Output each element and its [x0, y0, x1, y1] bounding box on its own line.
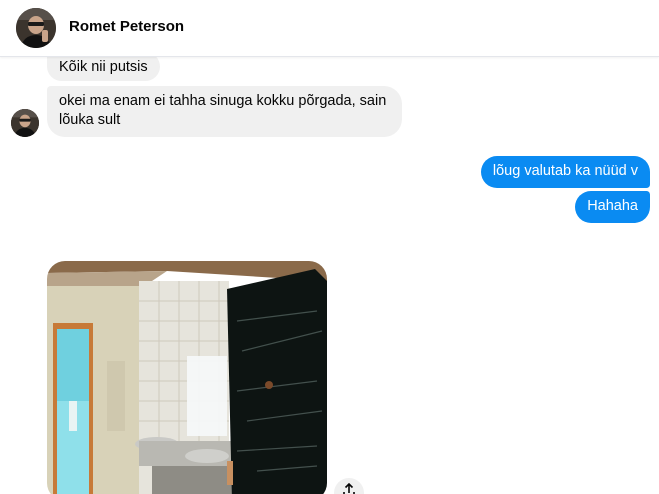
contact-avatar[interactable] [16, 8, 56, 48]
message-bubble-outgoing[interactable]: Hahaha [575, 191, 650, 223]
message-bubble-incoming[interactable]: okei ma enam ei tahha sinuga kokku põrga… [47, 86, 402, 137]
contact-avatar-small [11, 109, 39, 137]
share-button[interactable] [334, 478, 364, 494]
photo-attachment[interactable] [47, 261, 327, 494]
message-bubble-outgoing[interactable]: lõug valutab ka nüüd v [480, 156, 650, 188]
share-icon [342, 482, 356, 494]
conversation-header: Romet Peterson [0, 0, 659, 57]
contact-name[interactable]: Romet Peterson [69, 18, 184, 35]
